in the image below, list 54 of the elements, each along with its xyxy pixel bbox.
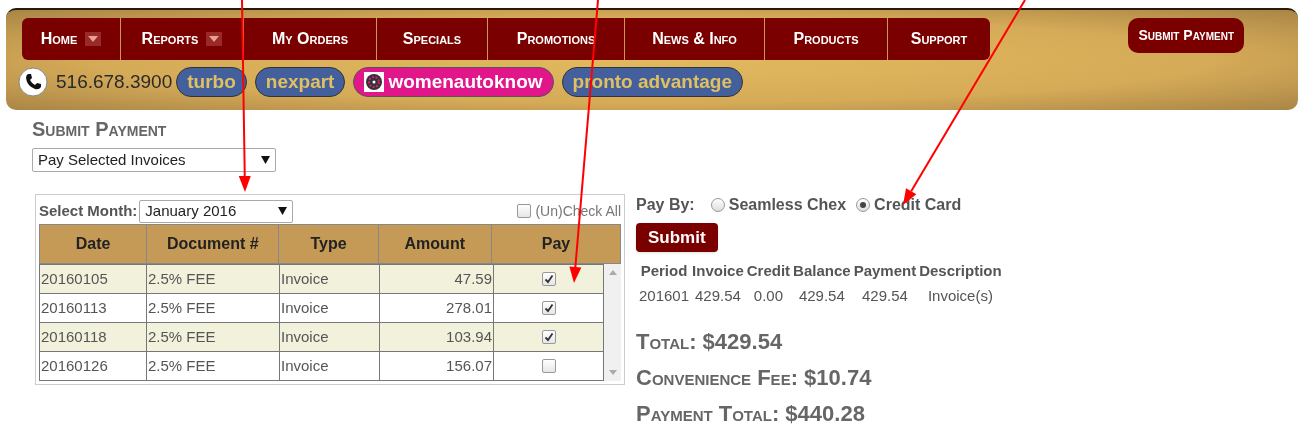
- table-cell: 20160126: [40, 352, 147, 380]
- month-select[interactable]: January 2016: [139, 199, 294, 223]
- summary-header: Balance: [793, 261, 851, 281]
- column-header: Type: [278, 225, 378, 263]
- mode-select[interactable]: Pay Selected Invoices: [32, 148, 276, 172]
- nav-item[interactable]: Promotions: [487, 18, 624, 60]
- summary-header: Description: [919, 261, 1002, 281]
- nav-item[interactable]: Products: [764, 18, 887, 60]
- summary-cell-text: 201601: [639, 285, 690, 306]
- table-cell: 156.07: [380, 352, 494, 380]
- nav-item[interactable]: Home: [22, 18, 120, 60]
- phone-number: 516.678.3900: [56, 69, 173, 94]
- column-header: Date: [74, 234, 112, 254]
- summary-cell-text: 429.54: [797, 285, 846, 306]
- nav-item[interactable]: My Orders: [243, 18, 376, 60]
- summary-cell-text: 429.54: [860, 285, 909, 306]
- month-label: Select Month:: [39, 200, 138, 221]
- pay-checkbox[interactable]: [541, 359, 556, 373]
- total-line: Total: $429.54: [636, 329, 784, 355]
- scroll-down-icon[interactable]: [608, 370, 617, 375]
- payment-method-radio[interactable]: Credit Card: [856, 193, 962, 217]
- nav-item[interactable]: Reports: [120, 18, 243, 60]
- column-header: Amount: [377, 225, 491, 263]
- pay-by-label: Pay By:: [636, 195, 695, 215]
- summary-header: Credit: [746, 261, 791, 281]
- column-header: Pay: [490, 225, 620, 263]
- dropdown-arrow-icon: [261, 156, 270, 164]
- total-line: Payment Total: $440.28: [636, 401, 866, 427]
- pay-checkbox[interactable]: [541, 301, 556, 315]
- phone-icon: [18, 67, 48, 97]
- summary-cell-text: 0.00: [752, 285, 784, 306]
- table-cell: Invoice: [280, 352, 380, 380]
- pay-checkbox[interactable]: [541, 330, 556, 344]
- nav-item[interactable]: Support: [887, 18, 990, 60]
- column-header: Document #: [146, 225, 279, 263]
- table-cell: 2.5% FEE: [147, 352, 280, 380]
- summary-cell-text: Invoice(s): [926, 285, 994, 306]
- check-all-checkbox[interactable]: [517, 204, 532, 218]
- submit-button[interactable]: Submit: [636, 223, 718, 252]
- page-title: Submit Payment: [32, 118, 168, 140]
- summary-cell-text: 429.54: [693, 285, 742, 306]
- nav-item[interactable]: News & Info: [624, 18, 764, 60]
- summary-header: Payment: [853, 261, 917, 281]
- submit-payment-button[interactable]: Submit Payment: [1128, 18, 1244, 53]
- flower-icon: [364, 72, 385, 92]
- partner-link[interactable]: womenautoknow: [353, 67, 554, 97]
- total-line: Convenience Fee: $10.74: [636, 365, 873, 391]
- dropdown-arrow-icon: [278, 207, 288, 215]
- summary-header: Period: [639, 261, 689, 281]
- scroll-up-icon[interactable]: [608, 270, 617, 275]
- summary-header: Invoice: [692, 261, 744, 281]
- pay-checkbox[interactable]: [541, 272, 556, 286]
- nav-item[interactable]: Specials: [376, 18, 487, 60]
- payment-method-radio[interactable]: Seamless Chex: [710, 193, 847, 217]
